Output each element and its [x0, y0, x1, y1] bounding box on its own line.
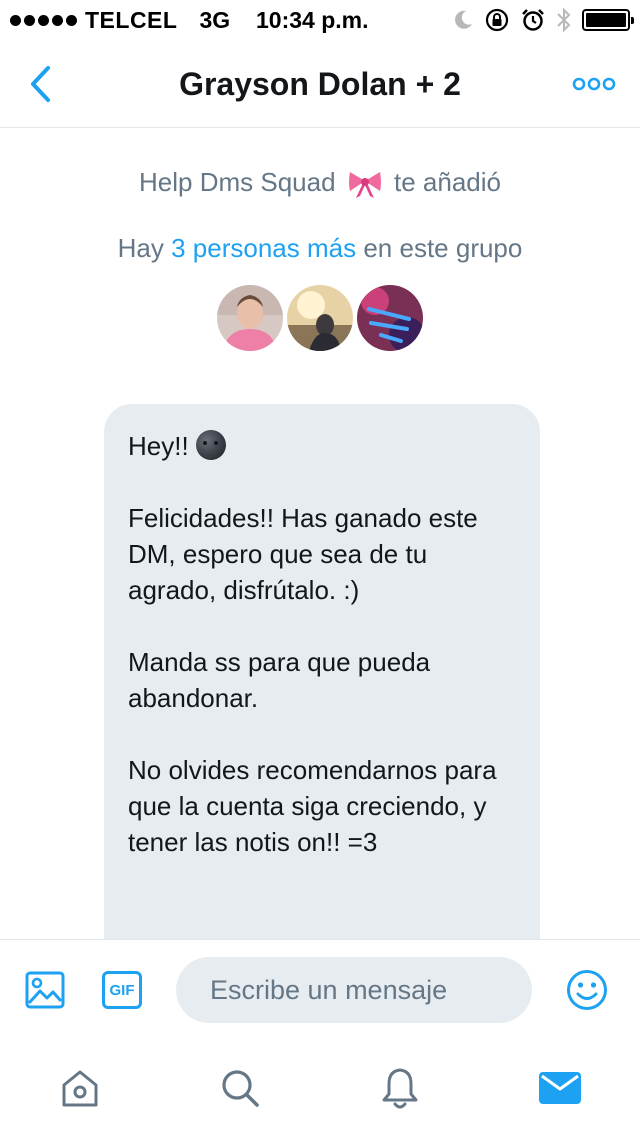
tab-notifications[interactable]	[376, 1064, 424, 1112]
message-input[interactable]	[176, 957, 532, 1023]
message-greeting-text: Hey!!	[128, 431, 189, 461]
bluetooth-icon	[557, 7, 571, 33]
new-moon-face-emoji-icon	[195, 430, 226, 460]
envelope-icon	[539, 1072, 581, 1104]
group-members-link[interactable]: 3 personas más	[171, 233, 356, 263]
avatar-help-dms-squad-logo	[357, 285, 423, 351]
message-paragraph-1: Felicidades!! Has ganado este DM, espero…	[128, 503, 478, 605]
tab-search[interactable]	[216, 1064, 264, 1112]
status-time: 10:34 p.m.	[256, 7, 369, 33]
avatar-member-2[interactable]	[287, 285, 353, 351]
added-suffix: te añadió	[394, 167, 501, 197]
conversation-header: Grayson Dolan + 2	[0, 40, 640, 128]
avatar-member-1[interactable]	[217, 285, 283, 351]
signal-strength-icon	[10, 14, 77, 26]
status-left: TELCEL 3G	[10, 6, 230, 34]
message-greeting: Hey!!	[128, 428, 516, 464]
tab-messages[interactable]	[536, 1064, 584, 1112]
emoji-button[interactable]	[566, 969, 608, 1011]
back-button[interactable]	[20, 60, 60, 108]
chevron-left-icon	[31, 66, 50, 102]
conversation-thread[interactable]: Help Dms Squad te añadió Hay 3 personas …	[0, 129, 640, 939]
message-paragraph-2: Manda ss para que pueda abandonar.	[128, 647, 431, 713]
message-bubble[interactable]: Hey!! Felicidades!! Has ganado este DM, …	[104, 404, 540, 939]
image-icon	[25, 971, 65, 1009]
group-avatars[interactable]	[0, 285, 640, 351]
carrier-name: TELCEL	[85, 6, 178, 33]
tab-home[interactable]	[56, 1064, 104, 1112]
moon-icon	[455, 10, 472, 29]
gif-button[interactable]: GIF	[102, 971, 142, 1009]
more-horizontal-icon	[572, 77, 616, 91]
alarm-icon	[522, 9, 544, 31]
home-icon	[62, 1070, 98, 1107]
search-icon	[222, 1070, 259, 1107]
rotation-lock-icon	[485, 8, 509, 32]
smiley-icon	[567, 970, 607, 1010]
status-icons	[452, 6, 634, 34]
add-photo-button[interactable]	[22, 968, 68, 1012]
group-members-notice: Hay 3 personas más en este grupo	[0, 233, 640, 264]
avatar-person-pink-hoodie	[217, 285, 283, 351]
bell-icon	[382, 1068, 418, 1109]
message-composer: GIF	[0, 939, 640, 1039]
conversation-title: Grayson Dolan + 2	[179, 66, 461, 102]
status-bar: TELCEL 3G 10:34 p.m.	[0, 0, 640, 40]
avatar-person-sunset	[287, 285, 353, 351]
avatar-member-3[interactable]	[357, 285, 423, 351]
battery-icon	[582, 9, 634, 31]
added-to-group-notice: Help Dms Squad te añadió	[0, 167, 640, 199]
network-type: 3G	[199, 6, 231, 33]
ribbon-emoji-icon	[348, 172, 381, 199]
added-by-name: Help Dms Squad	[139, 167, 336, 197]
group-prefix: Hay	[117, 233, 164, 263]
group-suffix: en este grupo	[363, 233, 523, 263]
message-paragraph-3: No olvides recomendarnos para que la cue…	[128, 755, 497, 857]
battery-level	[586, 13, 626, 27]
tab-bar	[0, 1040, 640, 1136]
more-options-button[interactable]	[570, 64, 618, 104]
